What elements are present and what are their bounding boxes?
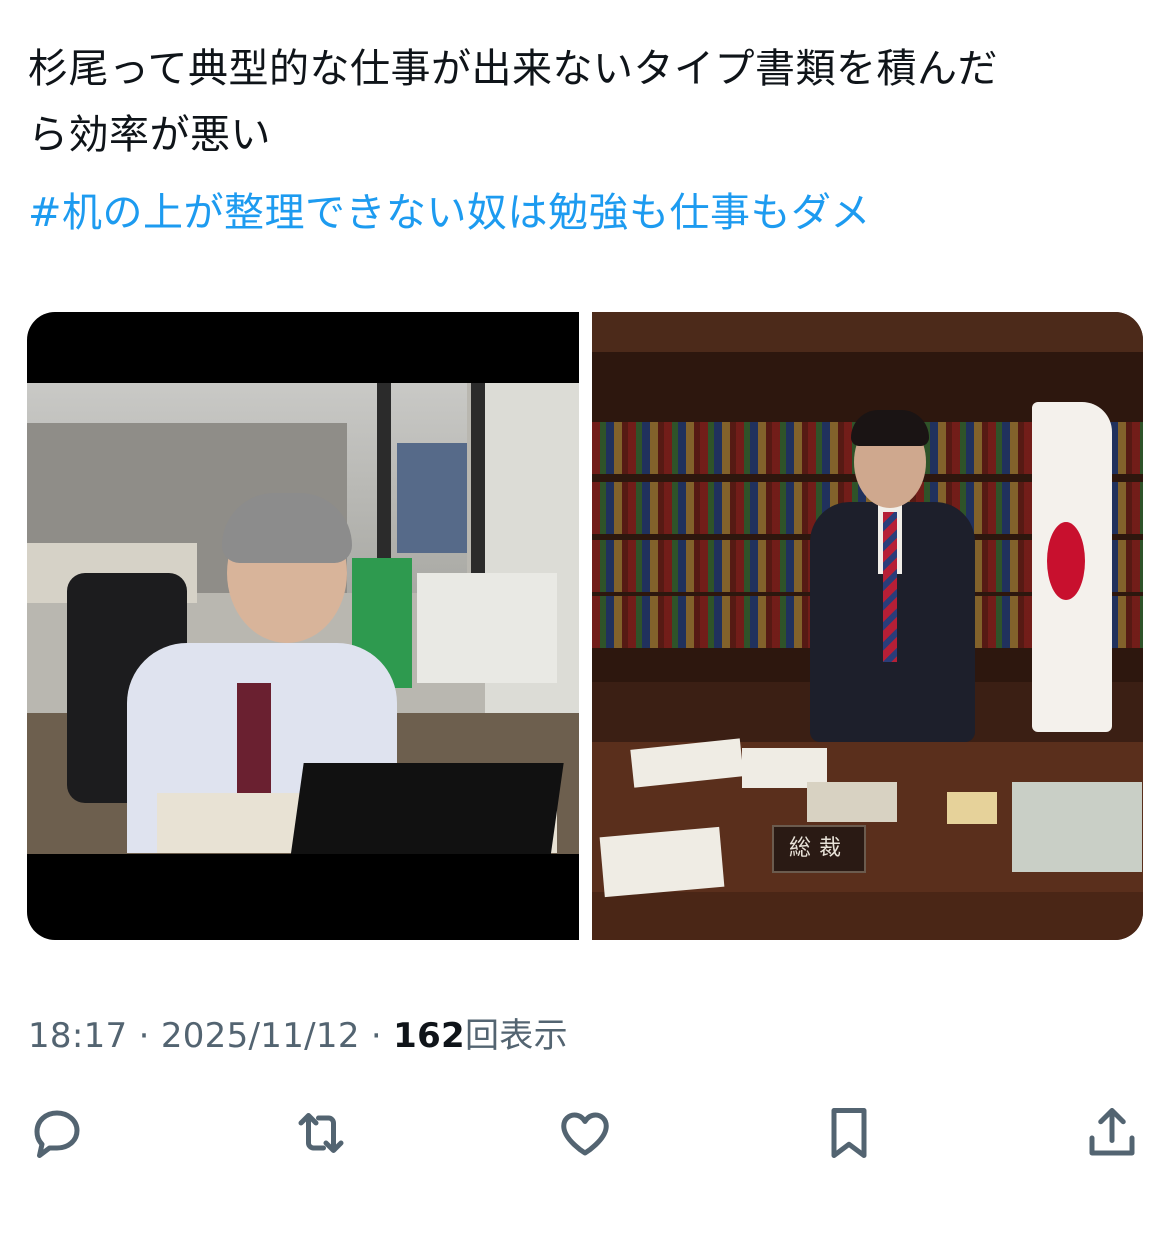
envelope <box>947 792 997 824</box>
person-tie <box>883 512 897 662</box>
like-button[interactable] <box>553 1098 617 1168</box>
hashtag-link[interactable]: #机の上が整理できない奴は勉強も仕事もダメ <box>28 180 1138 246</box>
like-icon <box>561 1112 609 1156</box>
retweet-icon <box>298 1113 344 1153</box>
share-button[interactable] <box>1080 1098 1144 1168</box>
desk-paper <box>807 782 897 822</box>
nameplate: 総裁 <box>772 825 866 873</box>
tweet-text: 杉尾って典型的な仕事が出来ないタイプ書類を積んだ ら効率が悪い #机の上が整理で… <box>28 36 1138 246</box>
reply-icon <box>34 1110 80 1158</box>
photo-right[interactable]: 総裁 <box>592 312 1143 940</box>
bookmark-button[interactable] <box>817 1098 881 1168</box>
tweet-text-line-2: ら効率が悪い <box>28 112 271 158</box>
bookmark-icon <box>831 1108 867 1158</box>
reply-button[interactable] <box>25 1098 89 1168</box>
meta-separator: · <box>370 1016 382 1056</box>
laptop <box>290 763 564 854</box>
retweet-button[interactable] <box>289 1098 353 1168</box>
media-grid: 総裁 <box>27 312 1143 940</box>
views-count: 162 <box>393 1016 465 1056</box>
tweet-meta: 18:17 · 2025/11/12 · 162回表示 <box>28 1008 568 1057</box>
office-scene <box>27 383 579 854</box>
desk-items <box>1012 782 1142 872</box>
building <box>397 443 467 553</box>
desk-paper <box>599 826 725 898</box>
action-bar <box>0 1098 1170 1168</box>
meta-separator: · <box>138 1016 150 1056</box>
person-hair <box>851 410 929 446</box>
tweet-time[interactable]: 18:17 <box>28 1016 127 1056</box>
binders <box>417 573 557 683</box>
tweet-date[interactable]: 2025/11/12 <box>161 1016 360 1056</box>
photo-left[interactable] <box>27 312 579 940</box>
ceiling <box>592 312 1143 352</box>
views-label: 回表示 <box>464 1016 568 1056</box>
tweet-text-line-1: 杉尾って典型的な仕事が出来ないタイプ書類を積んだ <box>28 46 998 92</box>
share-icon <box>1089 1108 1135 1156</box>
flag-emblem <box>1047 522 1085 600</box>
